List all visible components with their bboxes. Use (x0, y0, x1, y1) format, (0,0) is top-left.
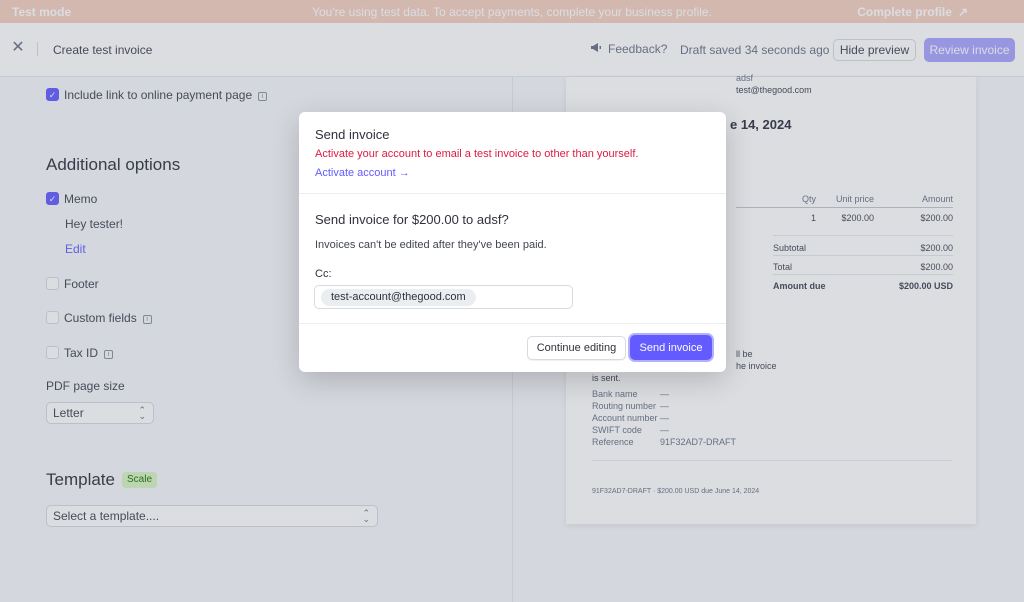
divider (299, 323, 726, 324)
activation-error: Activate your account to email a test in… (315, 148, 639, 160)
continue-editing-button[interactable]: Continue editing (527, 336, 626, 360)
edit-warning-note: Invoices can't be edited after they've b… (315, 239, 547, 251)
cc-email-chip[interactable]: test-account@thegood.com (321, 289, 476, 306)
send-confirmation-question: Send invoice for $200.00 to adsf? (315, 212, 509, 227)
cc-label: Cc: (315, 268, 332, 280)
cc-input[interactable]: test-account@thegood.com (314, 285, 573, 309)
send-invoice-button[interactable]: Send invoice (630, 335, 712, 360)
divider (299, 193, 726, 194)
dialog-title: Send invoice (315, 127, 390, 142)
activate-account-link[interactable]: Activate account → (315, 167, 410, 179)
send-invoice-dialog: Send invoice Activate your account to em… (299, 112, 726, 372)
